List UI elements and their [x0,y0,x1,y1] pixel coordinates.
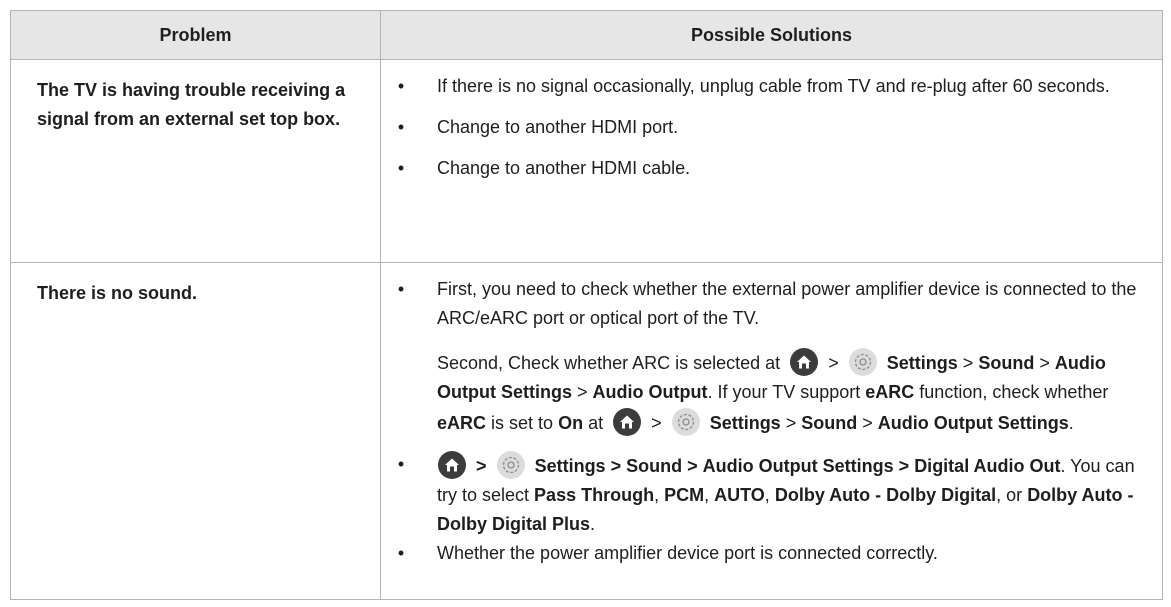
solution-list: First, you need to check whether the ext… [395,275,1152,568]
solution-item: Change to another HDMI cable. [395,154,1152,183]
gear-icon [671,408,700,436]
home-icon [438,451,466,479]
solution-item: Whether the power amplifier device port … [395,539,1152,568]
solutions-cell: If there is no signal occasionally, unpl… [380,59,1163,263]
solution-item: Change to another HDMI port. [395,113,1152,142]
gear-icon [496,451,525,479]
solution-item: First, you need to check whether the ext… [395,275,1152,438]
problem-header: Problem [10,10,381,60]
table-row: There is no sound. First, you need to ch… [10,262,1163,600]
table-row: The TV is having trouble receiving a sig… [10,59,1163,263]
solution-text: First, you need to check whether the ext… [437,279,1137,328]
solution-list: If there is no signal occasionally, unpl… [395,72,1152,183]
header-row: Problem Possible Solutions [10,10,1163,60]
solutions-cell: First, you need to check whether the ext… [380,262,1163,600]
gear-icon [848,348,877,376]
troubleshooting-table: Problem Possible Solutions The TV is hav… [10,10,1163,600]
home-icon [790,348,819,376]
problem-cell: The TV is having trouble receiving a sig… [10,59,381,263]
solutions-header: Possible Solutions [380,10,1163,60]
solution-paragraph: Second, Check whether ARC is selected at… [437,347,1152,438]
home-icon [613,408,642,436]
solution-item: > Settings > Sound > Audio Output Settin… [395,450,1152,539]
problem-cell: There is no sound. [10,262,381,600]
solution-item: If there is no signal occasionally, unpl… [395,72,1152,101]
